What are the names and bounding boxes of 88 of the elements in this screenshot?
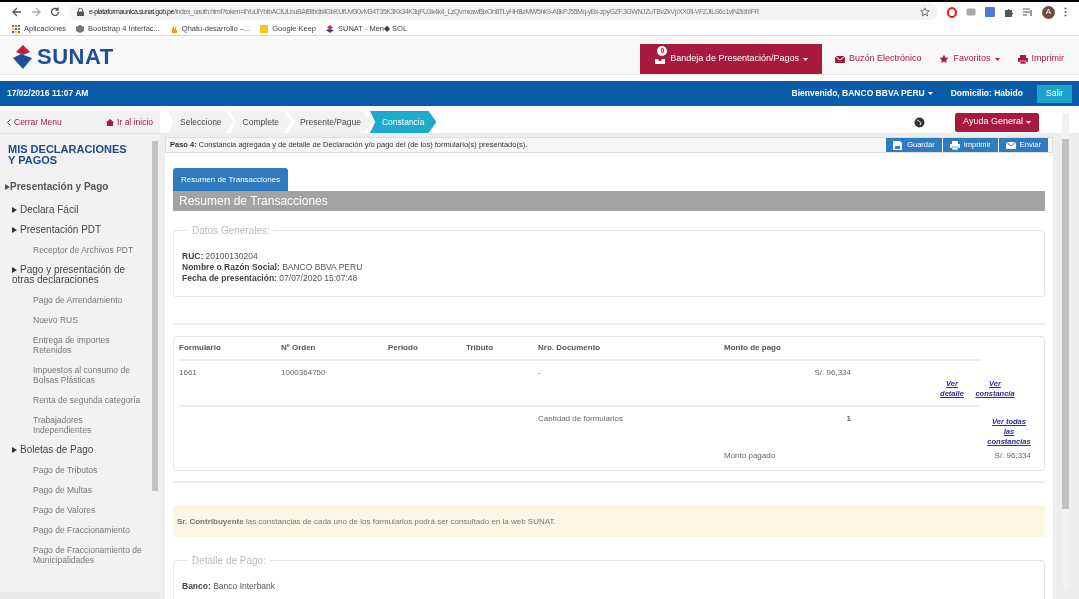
sidebar-item[interactable]: Presentación PDT (0, 220, 151, 240)
user-menu[interactable]: Bienvenido, BANCO BBVA PERU (791, 87, 933, 100)
home-link[interactable]: Ir al inicio (106, 115, 153, 129)
lock-icon (77, 8, 84, 16)
envelope-icon (834, 54, 845, 64)
table-cell: 1000364750 (281, 368, 326, 377)
wizard-step[interactable]: Presente/Pague (288, 111, 373, 133)
fieldset-legend: Datos Generales: (188, 223, 274, 238)
triangle-icon (12, 227, 17, 233)
section-header: Resumen de Transacciones (173, 191, 1045, 211)
triangle-icon (5, 184, 10, 190)
sidebar-item[interactable]: Impuestos al consumo de Bolsas Plásticas (0, 360, 151, 390)
caret-icon (994, 57, 1000, 61)
sidebar-title: MIS DECLARACIONES Y PAGOS (7, 142, 128, 166)
printer-icon (1017, 54, 1028, 64)
sidebar-item[interactable]: Pago de Fraccionamiento de Municipalidades (0, 540, 151, 570)
sidebar-item[interactable]: Nuevo RUS (0, 310, 151, 330)
cube-icon (76, 24, 85, 33)
column-header: Periodo (388, 342, 419, 354)
table-cell: - (538, 368, 541, 377)
domicilio-status: Domicilio: Habido (950, 87, 1023, 100)
grid-icon (12, 24, 20, 33)
field-line: Banco: Banco Interbank (182, 581, 277, 592)
table-cell: Monto pagado (724, 451, 776, 460)
sidebar-item[interactable]: Boletas de Pago (0, 440, 151, 460)
notice-message: Sr. Contribuyente las constancias de cada uno de los formularios podrá ser consultado en la web SUNAT. (173, 506, 1045, 537)
table-cell: S/. 96,334 (994, 451, 1031, 460)
forward-icon[interactable] (31, 7, 41, 17)
column-header: Nro. Documento (538, 342, 602, 354)
sidebar-item[interactable]: Pago de Tributos (0, 460, 151, 480)
home-icon (106, 118, 115, 126)
logo-icon (326, 24, 334, 33)
opera-icon[interactable] (947, 6, 957, 18)
sidebar-item[interactable]: Renta de segunda categoría (0, 390, 151, 410)
address-bar[interactable] (69, 4, 938, 20)
close-menu-link[interactable]: Cerrar Menu (7, 115, 62, 129)
globe-icon[interactable] (914, 116, 926, 128)
sidebar-item[interactable]: Pago de Arrendamiento (0, 290, 151, 310)
wizard-step[interactable]: Seleccione (168, 111, 234, 133)
sidebar-item[interactable]: Presentación y Pago (0, 174, 151, 200)
sidebar-item[interactable]: Pago de Fraccionamiento (0, 520, 151, 540)
menu-icon[interactable] (1064, 7, 1067, 17)
triangle-icon (12, 267, 17, 273)
playlist-icon[interactable] (1023, 7, 1033, 17)
chevron-icon (7, 118, 11, 126)
logo-text: SUNAT (37, 45, 114, 68)
triangle-icon (12, 447, 17, 453)
printer-icon (949, 140, 960, 150)
profile-avatar[interactable]: A (1042, 5, 1055, 19)
sidebar-item[interactable]: Receptor de Archivos PDT (0, 240, 151, 260)
table-cell: S/. 96,334 (814, 368, 851, 377)
column-header: Tributo (466, 342, 495, 354)
caret-icon (1026, 120, 1031, 124)
star-icon (939, 54, 950, 64)
triangle-icon (12, 207, 17, 213)
puzzle-icon[interactable] (1004, 7, 1014, 17)
summary-tab-button[interactable]: Resumen de Transacciones (173, 168, 289, 191)
date-time: 17/02/2016 11:07 AM (7, 87, 89, 100)
nav-button[interactable]: Buzón Electrónico (825, 44, 931, 74)
field-line: Nombre o Razón Social: BANCO BBVA PERU (182, 262, 364, 273)
help-dropdown-button[interactable]: Ayuda General (955, 112, 1039, 132)
field-line: Fecha de presentación: 07/07/2020 15:07:48 (182, 273, 359, 284)
caret-icon (802, 57, 808, 61)
field-line: RUC: 20100130204 (182, 251, 259, 262)
table-cell: 1661 (179, 368, 197, 377)
nav-button[interactable]: Imprimir (1008, 44, 1073, 74)
column-header: Monto de pago (724, 342, 782, 354)
sidebar-item[interactable]: Pago y presentación de otras declaraciones (0, 260, 151, 290)
floppy-icon (893, 140, 904, 150)
reload-icon[interactable] (50, 7, 60, 17)
sidebar-item[interactable]: Pago de Valores (0, 500, 151, 520)
column-header: Nº Orden (281, 342, 317, 354)
caret-icon (927, 92, 933, 95)
hand-icon (169, 24, 178, 33)
column-header: Formulario (179, 342, 222, 354)
envelope-icon (1005, 140, 1016, 150)
star-icon[interactable] (920, 7, 930, 17)
back-icon[interactable] (12, 7, 22, 17)
sidebar-item[interactable]: Entrega de importes Retenidos (0, 330, 151, 360)
sidebar-item[interactable]: Pago de Multas (0, 480, 151, 500)
table-cell-text: Cantidad de formularios (538, 413, 624, 425)
sidebar-item[interactable]: Declara Fácil (0, 200, 151, 220)
nav-button[interactable]: Favoritos (930, 44, 1009, 74)
fieldset-legend: Detalle de Pago: (188, 553, 270, 568)
table-cell: 1 (846, 414, 851, 423)
wizard-step[interactable]: Complete (230, 111, 291, 133)
note-icon (260, 24, 269, 33)
sidebar-item[interactable]: Trabajadores Independientes (0, 410, 151, 440)
